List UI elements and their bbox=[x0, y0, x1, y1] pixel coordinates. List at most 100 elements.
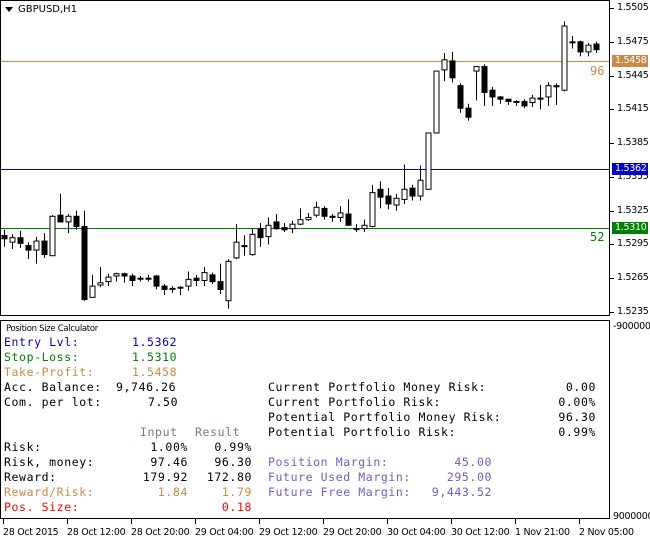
candle bbox=[129, 273, 136, 287]
candle bbox=[401, 164, 408, 204]
candle-body-bullish bbox=[337, 212, 344, 218]
candle-body-bearish bbox=[1, 234, 8, 240]
candle bbox=[537, 84, 544, 110]
candle bbox=[505, 98, 512, 105]
stop-loss-pips-label: 52 bbox=[590, 230, 605, 244]
calc-row-result: 0.99% bbox=[214, 440, 252, 454]
candle bbox=[177, 286, 184, 296]
candle-body-bearish bbox=[321, 207, 328, 217]
price-axis-label: 1.5265 bbox=[617, 272, 649, 283]
candle bbox=[377, 181, 384, 209]
time-axis-tick bbox=[3, 519, 4, 524]
calculator-title: Position Size Calculator bbox=[6, 324, 98, 334]
time-axis-tick bbox=[515, 519, 516, 524]
calc-row-result: 1.79 bbox=[221, 485, 252, 499]
candle bbox=[473, 66, 480, 101]
indicator-axis-bottom: 9000000 bbox=[613, 511, 650, 522]
candle bbox=[529, 94, 536, 108]
candle bbox=[297, 208, 304, 226]
candlestick-chart bbox=[1, 21, 609, 309]
time-axis-tick bbox=[579, 519, 580, 524]
candle bbox=[457, 83, 464, 113]
candle-body-bullish bbox=[401, 188, 408, 200]
candle-body-bullish bbox=[545, 85, 552, 98]
candle bbox=[105, 273, 112, 287]
candle bbox=[169, 286, 176, 293]
candle-body-bullish bbox=[225, 260, 232, 302]
candle-body-bearish bbox=[489, 89, 496, 98]
candle bbox=[41, 233, 48, 258]
candle bbox=[337, 206, 344, 222]
candle bbox=[585, 42, 592, 57]
candle bbox=[137, 275, 144, 282]
price-axis-label: 1.5505 bbox=[617, 2, 649, 13]
candle bbox=[225, 259, 232, 309]
candle-body-bearish bbox=[345, 213, 352, 226]
calc-row-input: 179.92 bbox=[142, 470, 188, 484]
candle-body-bearish bbox=[209, 274, 216, 283]
portfolio-value: 96.30 bbox=[558, 410, 596, 424]
price-axis-label: 1.5475 bbox=[617, 36, 649, 47]
candle bbox=[273, 214, 280, 230]
candle bbox=[97, 266, 104, 288]
calc-row-input: 97.46 bbox=[150, 455, 188, 469]
candle-body-bullish bbox=[569, 41, 576, 44]
price-axis-tick bbox=[610, 143, 614, 144]
candle bbox=[153, 274, 160, 290]
candle-body-bullish bbox=[529, 97, 536, 104]
calc-row-result: 96.30 bbox=[214, 455, 252, 469]
candle bbox=[17, 230, 24, 248]
candle-body-bearish bbox=[161, 285, 168, 290]
candle bbox=[249, 228, 256, 256]
price-axis-tick bbox=[610, 109, 614, 110]
time-axis-tick bbox=[323, 519, 324, 524]
candle bbox=[217, 263, 224, 294]
candle bbox=[81, 210, 88, 301]
result-header: Result bbox=[195, 425, 241, 439]
candle-body-bullish bbox=[289, 223, 296, 230]
candle-body-bearish bbox=[241, 245, 248, 248]
candle bbox=[73, 210, 80, 230]
candle-body-bearish bbox=[25, 245, 32, 251]
candle bbox=[329, 214, 336, 222]
balance-value: 9,746.26 bbox=[116, 380, 177, 394]
candle-body-bullish bbox=[585, 44, 592, 53]
candle bbox=[321, 206, 328, 220]
candle-body-bullish bbox=[65, 215, 72, 223]
price-axis-label: 1.5445 bbox=[617, 70, 649, 81]
price-axis-tick bbox=[610, 244, 614, 245]
time-axis-label: 2 Nov 05:00 bbox=[579, 527, 634, 538]
candle-body-bullish bbox=[417, 179, 424, 197]
take-profit-pips-label: 96 bbox=[590, 64, 605, 78]
price-axis-label: 1.5295 bbox=[617, 238, 649, 249]
candle-body-bullish bbox=[113, 273, 120, 277]
candle bbox=[481, 64, 488, 106]
margin-value: 45.00 bbox=[454, 455, 492, 469]
take-profit-label: Take-Profit: bbox=[4, 365, 95, 379]
commission-label: Com. per lot: bbox=[4, 395, 102, 409]
candle-body-bearish bbox=[553, 85, 560, 88]
candle bbox=[57, 193, 64, 223]
candle bbox=[545, 82, 552, 106]
price-axis-label: 1.5325 bbox=[617, 205, 649, 216]
candle-body-bullish bbox=[9, 237, 16, 243]
candle bbox=[305, 212, 312, 221]
candle-body-bearish bbox=[217, 281, 224, 290]
candle bbox=[25, 242, 32, 260]
price-axis-tick bbox=[610, 8, 614, 9]
candle-body-bearish bbox=[129, 275, 136, 281]
candle bbox=[521, 99, 528, 109]
candle bbox=[9, 234, 16, 249]
candle bbox=[385, 188, 392, 210]
candle bbox=[241, 235, 248, 256]
candle bbox=[313, 201, 320, 218]
candle bbox=[201, 266, 208, 287]
portfolio-value: 0.00 bbox=[565, 380, 596, 394]
candle-body-bearish bbox=[481, 66, 488, 93]
portfolio-value: 0.00% bbox=[558, 395, 596, 409]
price-axis-tick bbox=[610, 76, 614, 77]
candle bbox=[561, 21, 568, 92]
candle-body-bullish bbox=[33, 240, 40, 251]
candle bbox=[441, 53, 448, 82]
candle bbox=[569, 36, 576, 49]
